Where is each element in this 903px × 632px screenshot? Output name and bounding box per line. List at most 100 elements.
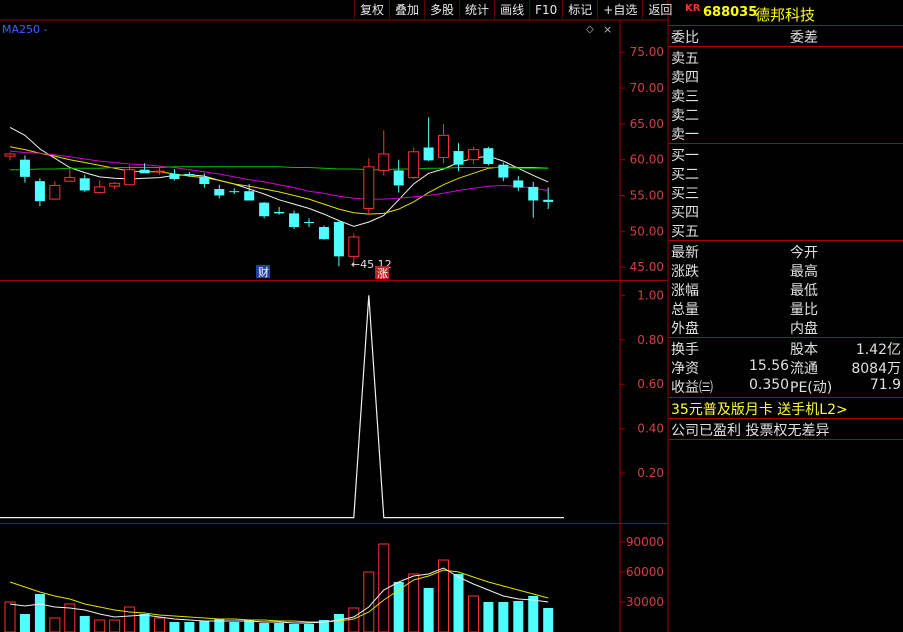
outer-disk-label: 外盘 (671, 321, 699, 337)
overlay-button[interactable]: 叠加 (389, 0, 424, 20)
candle-body (154, 170, 165, 173)
total-volume-label: 总量 (671, 302, 699, 318)
candle-body (214, 189, 225, 196)
price-tick-label: 70.00 (630, 81, 664, 95)
buy4-label: 买四 (671, 205, 699, 221)
candle-body (408, 151, 420, 179)
weibi-label: 委比 (671, 30, 699, 46)
volume-bar (483, 602, 494, 632)
price-tick-label: 60.00 (630, 153, 664, 167)
volume-bar (34, 594, 45, 632)
volume-bar (543, 608, 554, 632)
price-tick-label: 75.00 (630, 45, 664, 59)
volume-bar (169, 622, 180, 632)
sell4-label: 卖四 (671, 70, 699, 86)
price-tick-label: 50.00 (630, 224, 664, 238)
candle-body (229, 191, 240, 193)
divider (669, 337, 903, 338)
volume-tick-label: 30000 (626, 595, 664, 609)
restore-rights-button[interactable]: 复权 (354, 0, 389, 20)
volume-bar (154, 617, 165, 632)
indicator-tick-label: 1.00 (637, 288, 664, 302)
sell5-label: 卖五 (671, 51, 699, 67)
volume-tick-label: 90000 (626, 535, 664, 549)
pe-label: PE(动) (790, 380, 833, 396)
candle-body (4, 153, 16, 157)
divider (669, 46, 903, 47)
volume-bar (49, 617, 61, 632)
eps-label: 收益㈢ (671, 380, 713, 396)
volume-bar (333, 614, 344, 632)
pe-value: 71.9 (869, 377, 901, 393)
add-watchlist-button[interactable]: +自选 (597, 0, 642, 20)
open-label: 今开 (790, 245, 818, 261)
top-toolbar: 复权 叠加 多股 统计 画线 F10 标记 +自选 返回 (354, 0, 677, 20)
multi-stock-button[interactable]: 多股 (424, 0, 459, 20)
sell1-label: 卖一 (671, 127, 699, 143)
volume-bar (4, 601, 16, 632)
candle-body (109, 182, 121, 187)
candle-body (79, 178, 90, 191)
promo-link[interactable]: 35元普及版月卡 送手机L2> (671, 399, 848, 419)
candle-body (363, 166, 375, 209)
kline-chart[interactable]: 75.00 70.00 65.00 60.00 55.00 50.00 45.00 1.00 0… (0, 0, 669, 632)
ma250-label: MA250 - (2, 23, 48, 36)
divider (669, 143, 903, 144)
candle-body (274, 211, 285, 214)
stock-name: 德邦科技 (755, 6, 816, 24)
change-label: 涨跌 (671, 264, 699, 280)
sell3-label: 卖三 (671, 89, 699, 105)
float-value: 8084万 (851, 361, 901, 377)
volume-bar (289, 624, 300, 632)
ma-line (9, 146, 549, 215)
volume-bar (304, 624, 314, 632)
volume-bar (467, 595, 479, 632)
volume-ma-line (9, 567, 549, 624)
candle-body (49, 184, 61, 200)
candle-body (199, 176, 210, 185)
candle-body (453, 151, 464, 165)
candle-body (169, 173, 180, 180)
nav-value: 15.56 (749, 358, 790, 374)
inner-disk-label: 内盘 (790, 321, 818, 337)
market-tag: KR (685, 3, 701, 14)
volume-ma-line (9, 569, 549, 623)
buy3-label: 买三 (671, 186, 699, 202)
diamond-icon[interactable]: ◇ (586, 24, 594, 35)
mark-button[interactable]: 标记 (562, 0, 597, 20)
low-label: 最低 (790, 283, 818, 299)
statistics-button[interactable]: 统计 (459, 0, 494, 20)
divider (669, 240, 903, 241)
equity-value: 1.42亿 (855, 342, 901, 358)
f10-button[interactable]: F10 (529, 0, 562, 20)
price-tick-label: 45.00 (630, 260, 664, 274)
candle-body (348, 236, 360, 257)
equity-label: 股本 (790, 342, 818, 358)
close-icon[interactable]: × (603, 23, 612, 36)
candle-body (139, 169, 150, 174)
volume-bar (498, 602, 509, 632)
candle-body (333, 221, 344, 257)
eps-value: 0.350 (749, 377, 790, 393)
divider (669, 397, 903, 398)
candle-body (34, 181, 45, 202)
volume-bar (244, 620, 255, 632)
volume-bar (363, 571, 375, 632)
sell2-label: 卖二 (671, 108, 699, 124)
ma-line (10, 166, 549, 171)
volume-bar (229, 622, 240, 632)
volume-bar (184, 622, 195, 632)
quote-panel: KR 688035 德邦科技 委比 委差 卖五 卖四 卖三 卖二 卖一 买一 买… (669, 0, 903, 632)
indicator-tick-label: 0.40 (637, 422, 664, 436)
nav-label: 净资 (671, 361, 699, 377)
candle-body (244, 191, 255, 201)
volume-bar (528, 596, 539, 632)
candle-body (124, 169, 136, 186)
up-badge: 涨 (377, 267, 388, 280)
high-label: 最高 (790, 264, 818, 280)
latest-label: 最新 (671, 245, 699, 261)
indicator-line (0, 295, 564, 519)
draw-line-button[interactable]: 画线 (494, 0, 529, 20)
buy2-label: 买二 (671, 167, 699, 183)
candle-body (498, 164, 509, 178)
